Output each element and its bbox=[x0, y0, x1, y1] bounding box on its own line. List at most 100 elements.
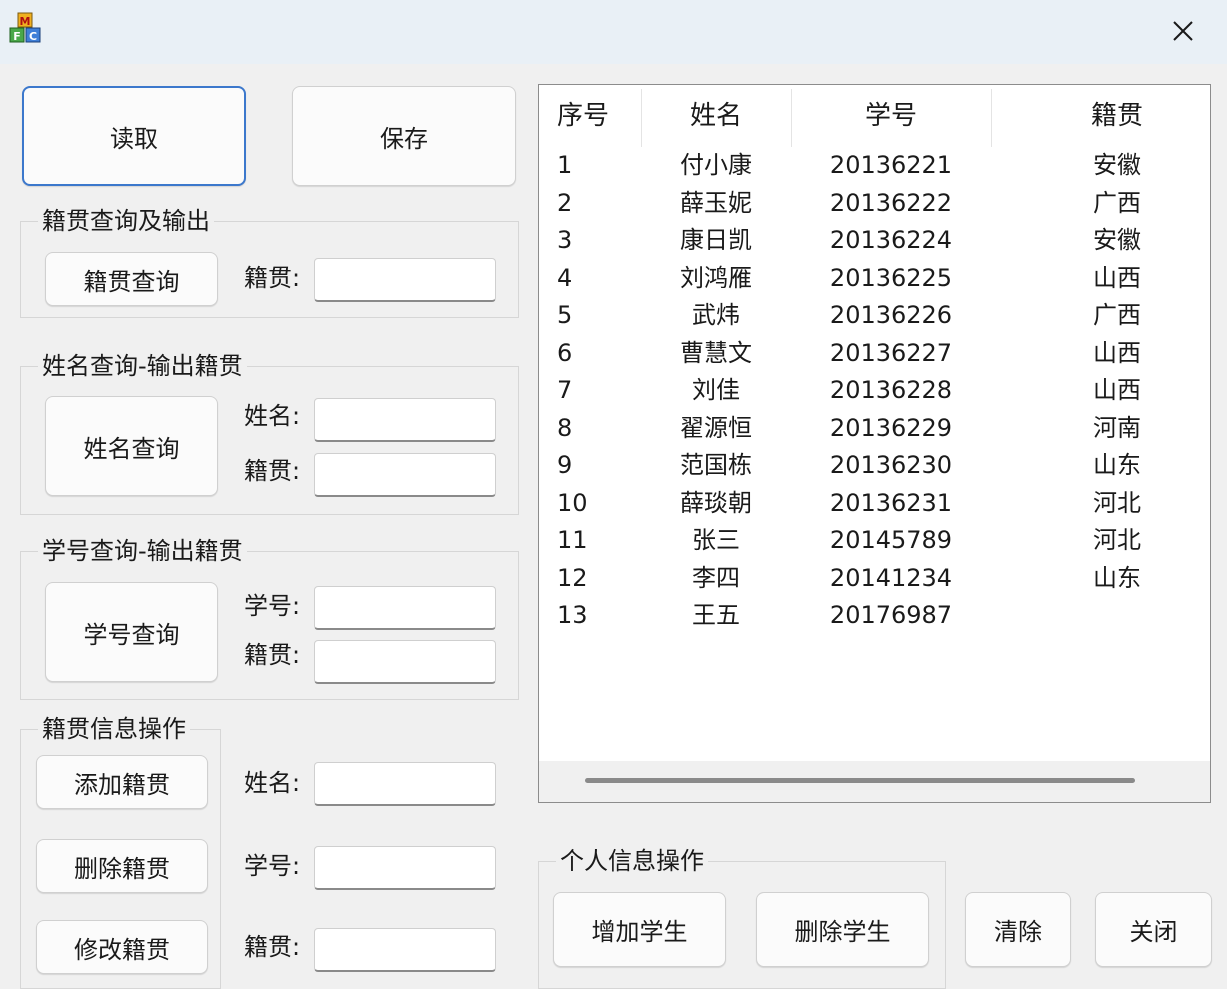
cell-number: 1 bbox=[557, 151, 573, 179]
mfc-app-icon: M F C bbox=[6, 10, 44, 50]
cell-name: 李四 bbox=[692, 563, 740, 592]
cell-origin: 河北 bbox=[1093, 526, 1141, 554]
table-row[interactable]: 9 范国栋 20136230 山东 bbox=[539, 447, 1210, 485]
clear-button[interactable]: 清除 bbox=[965, 892, 1071, 967]
name-query-group-title: 姓名查询-输出籍贯 bbox=[38, 352, 247, 380]
table-row[interactable]: 3 康日凯 20136224 安徽 bbox=[539, 222, 1210, 260]
close-button[interactable]: 关闭 bbox=[1095, 892, 1212, 967]
origin-query-origin-field[interactable] bbox=[314, 258, 496, 302]
table-row[interactable]: 10 薛琰朝 20136231 河北 bbox=[539, 485, 1210, 523]
svg-text:F: F bbox=[13, 30, 21, 43]
cell-student-id: 20136231 bbox=[829, 488, 953, 517]
delete-origin-button[interactable]: 删除籍贯 bbox=[36, 839, 208, 893]
cell-name: 刘鸿雁 bbox=[680, 263, 752, 292]
cell-student-id: 20136225 bbox=[829, 263, 953, 292]
table-row[interactable]: 12 李四 20141234 山东 bbox=[539, 560, 1210, 598]
table-row[interactable]: 4 刘鸿雁 20136225 山西 bbox=[539, 260, 1210, 298]
personal-ops-group-title: 个人信息操作 bbox=[556, 847, 708, 875]
scrollbar-thumb[interactable] bbox=[585, 778, 1135, 783]
origin-query-group-title: 籍贯查询及输出 bbox=[38, 207, 214, 235]
name-query-name-field[interactable] bbox=[314, 398, 496, 442]
table-row[interactable]: 13 王五 20176987 bbox=[539, 597, 1210, 635]
list-header: 序号 姓名 学号 籍贯 bbox=[539, 85, 1210, 147]
table-row[interactable]: 11 张三 20145789 河北 bbox=[539, 522, 1210, 560]
cell-name: 付小康 bbox=[680, 151, 752, 179]
cell-number: 8 bbox=[557, 413, 573, 442]
save-button[interactable]: 保存 bbox=[292, 86, 516, 186]
cell-number: 10 bbox=[557, 488, 588, 517]
table-row[interactable]: 2 薛玉妮 20136222 广西 bbox=[539, 185, 1210, 223]
table-row[interactable]: 1 付小康 20136221 安徽 bbox=[539, 147, 1210, 185]
cell-student-id: 20136222 bbox=[829, 188, 953, 217]
cell-student-id: 20141234 bbox=[829, 563, 953, 592]
cell-origin: 山西 bbox=[1093, 376, 1141, 404]
cell-number: 7 bbox=[557, 376, 573, 404]
cell-origin: 安徽 bbox=[1093, 151, 1141, 179]
table-row[interactable]: 7 刘佳 20136228 山西 bbox=[539, 372, 1210, 410]
origin-ops-group-title: 籍贯信息操作 bbox=[38, 715, 190, 743]
cell-origin bbox=[1069, 597, 1165, 635]
id-query-button[interactable]: 学号查询 bbox=[45, 582, 218, 682]
cell-number: 6 bbox=[557, 338, 573, 367]
origin-label: 籍贯: bbox=[244, 264, 301, 292]
column-header-origin[interactable]: 籍贯 bbox=[1069, 85, 1165, 147]
cell-student-id: 20176987 bbox=[829, 601, 953, 629]
cell-number: 12 bbox=[557, 563, 588, 592]
cell-name: 薛玉妮 bbox=[680, 188, 752, 217]
cell-student-id: 20136228 bbox=[829, 376, 953, 404]
cell-origin: 安徽 bbox=[1093, 226, 1141, 254]
id-query-id-field[interactable] bbox=[314, 586, 496, 630]
cell-number: 13 bbox=[557, 601, 588, 629]
cell-number: 4 bbox=[557, 263, 573, 292]
svg-text:M: M bbox=[20, 15, 31, 28]
cell-number: 9 bbox=[557, 451, 573, 479]
name-label: 姓名: bbox=[244, 402, 301, 430]
column-divider[interactable] bbox=[991, 89, 992, 147]
ops-name-field[interactable] bbox=[314, 762, 496, 806]
table-row[interactable]: 6 曹慧文 20136227 山西 bbox=[539, 335, 1210, 373]
table-row[interactable]: 8 翟源恒 20136229 河南 bbox=[539, 410, 1210, 448]
student-id-label: 学号: bbox=[244, 592, 301, 620]
column-header-number[interactable]: 序号 bbox=[557, 85, 609, 147]
delete-student-button[interactable]: 删除学生 bbox=[756, 892, 929, 967]
cell-origin: 山西 bbox=[1093, 338, 1141, 367]
cell-name: 曹慧文 bbox=[680, 338, 752, 367]
origin-label: 籍贯: bbox=[244, 457, 301, 485]
name-query-origin-field[interactable] bbox=[314, 453, 496, 497]
cell-origin: 广西 bbox=[1093, 188, 1141, 217]
table-row[interactable]: 5 武炜 20136226 广西 bbox=[539, 297, 1210, 335]
student-list[interactable]: 序号 姓名 学号 籍贯 1 付小康 20136221 安徽 2 薛玉妮 2013… bbox=[538, 84, 1211, 803]
cell-origin: 山西 bbox=[1093, 263, 1141, 292]
origin-query-button[interactable]: 籍贯查询 bbox=[45, 252, 218, 306]
cell-name: 范国栋 bbox=[680, 451, 752, 479]
cell-student-id: 20136221 bbox=[829, 151, 953, 179]
ops-origin-field[interactable] bbox=[314, 928, 496, 972]
name-label: 姓名: bbox=[244, 769, 301, 797]
cell-student-id: 20145789 bbox=[829, 526, 953, 554]
cell-student-id: 20136227 bbox=[829, 338, 953, 367]
cell-number: 2 bbox=[557, 188, 573, 217]
cell-name: 康日凯 bbox=[680, 226, 752, 254]
ops-id-field[interactable] bbox=[314, 846, 496, 890]
add-origin-button[interactable]: 添加籍贯 bbox=[36, 755, 208, 809]
close-icon bbox=[1173, 21, 1193, 41]
student-id-label: 学号: bbox=[244, 852, 301, 880]
column-header-student-id[interactable]: 学号 bbox=[791, 85, 991, 147]
cell-name: 翟源恒 bbox=[680, 413, 752, 442]
cell-name: 武炜 bbox=[692, 301, 740, 329]
cell-number: 5 bbox=[557, 301, 573, 329]
cell-number: 3 bbox=[557, 226, 573, 254]
close-window-button[interactable] bbox=[1150, 8, 1216, 54]
add-student-button[interactable]: 增加学生 bbox=[553, 892, 726, 967]
name-query-button[interactable]: 姓名查询 bbox=[45, 396, 218, 496]
read-button[interactable]: 读取 bbox=[22, 86, 246, 186]
column-header-name[interactable]: 姓名 bbox=[641, 85, 791, 147]
cell-name: 张三 bbox=[692, 526, 740, 554]
horizontal-scrollbar[interactable] bbox=[539, 761, 1210, 802]
origin-label: 籍贯: bbox=[244, 641, 301, 669]
origin-label: 籍贯: bbox=[244, 933, 301, 961]
modify-origin-button[interactable]: 修改籍贯 bbox=[36, 920, 208, 974]
cell-student-id: 20136226 bbox=[829, 301, 953, 329]
id-query-origin-field[interactable] bbox=[314, 640, 496, 684]
svg-text:C: C bbox=[29, 30, 37, 43]
